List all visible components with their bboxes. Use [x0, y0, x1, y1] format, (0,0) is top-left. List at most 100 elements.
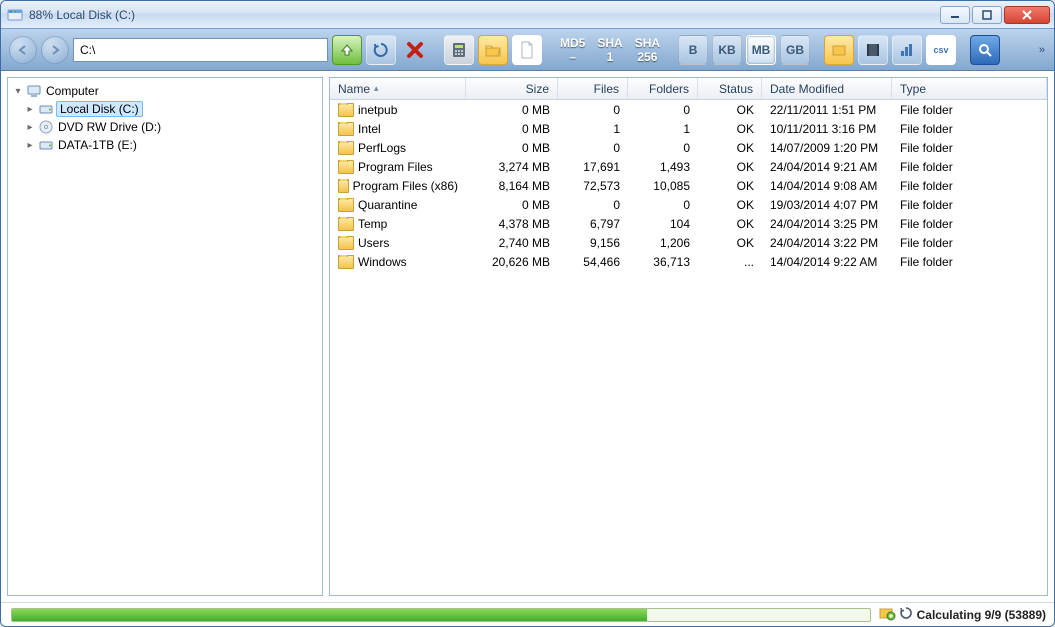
cell-status: OK: [698, 198, 762, 212]
back-button[interactable]: [9, 36, 37, 64]
cell-folders: 1,206: [628, 236, 698, 250]
col-header-status[interactable]: Status: [698, 78, 762, 99]
path-input[interactable]: [80, 43, 321, 57]
cell-size: 20,626 MB: [466, 255, 558, 269]
col-header-files[interactable]: Files: [558, 78, 628, 99]
expand-icon[interactable]: ▸: [24, 122, 36, 133]
csv-export-button[interactable]: csv: [926, 35, 956, 65]
forward-button[interactable]: [41, 36, 69, 64]
tree-item[interactable]: ▸DATA-1TB (E:): [10, 136, 320, 154]
film-view-button[interactable]: [858, 35, 888, 65]
cell-folders: 36,713: [628, 255, 698, 269]
cell-name: Temp: [330, 217, 466, 231]
main-body: ▾ Computer ▸Local Disk (C:)▸DVD RW Drive…: [1, 71, 1054, 602]
unit-b-button[interactable]: B: [678, 35, 708, 65]
cell-date: 19/03/2014 4:07 PM: [762, 198, 892, 212]
cell-files: 0: [558, 103, 628, 117]
table-row[interactable]: Users2,740 MB9,1561,206OK24/04/2014 3:22…: [330, 233, 1047, 252]
cell-size: 3,274 MB: [466, 160, 558, 174]
unit-gb-button[interactable]: GB: [780, 35, 810, 65]
cell-status: OK: [698, 160, 762, 174]
folder-icon: [338, 198, 354, 212]
col-header-date[interactable]: Date Modified: [762, 78, 892, 99]
cell-folders: 104: [628, 217, 698, 231]
drive-icon: [38, 137, 54, 153]
cell-name: PerfLogs: [330, 141, 466, 155]
chart-view-button[interactable]: [892, 35, 922, 65]
expand-icon[interactable]: ▸: [24, 104, 36, 115]
table-row[interactable]: Quarantine0 MB00OK19/03/2014 4:07 PMFile…: [330, 195, 1047, 214]
cell-name: Program Files (x86): [330, 179, 466, 193]
open-folder-button[interactable]: [478, 35, 508, 65]
cell-files: 17,691: [558, 160, 628, 174]
cell-date: 24/04/2014 3:22 PM: [762, 236, 892, 250]
sha1-button[interactable]: SHA1: [593, 35, 626, 65]
status-text-group: Calculating 9/9 (53889): [879, 606, 1046, 623]
go-up-button[interactable]: [332, 35, 362, 65]
maximize-button[interactable]: [972, 6, 1002, 24]
col-header-size[interactable]: Size: [466, 78, 558, 99]
table-row[interactable]: Program Files3,274 MB17,6911,493OK24/04/…: [330, 157, 1047, 176]
tree-panel[interactable]: ▾ Computer ▸Local Disk (C:)▸DVD RW Drive…: [7, 77, 323, 596]
cell-type: File folder: [892, 160, 1047, 174]
tree-item[interactable]: ▸DVD RW Drive (D:): [10, 118, 320, 136]
tree-root-computer[interactable]: ▾ Computer: [10, 82, 320, 100]
cell-size: 0 MB: [466, 103, 558, 117]
table-row[interactable]: Windows20,626 MB54,46636,713...14/04/201…: [330, 252, 1047, 271]
unit-mb-button[interactable]: MB: [746, 35, 776, 65]
collapse-icon[interactable]: ▾: [12, 86, 24, 97]
cell-status: OK: [698, 122, 762, 136]
table-row[interactable]: Program Files (x86)8,164 MB72,57310,085O…: [330, 176, 1047, 195]
refresh-button[interactable]: [366, 35, 396, 65]
minimize-button[interactable]: [940, 6, 970, 24]
cell-size: 2,740 MB: [466, 236, 558, 250]
cell-name: inetpub: [330, 103, 466, 117]
list-panel: Name Size Files Folders Status Date Modi…: [329, 77, 1048, 596]
cell-date: 14/07/2009 1:20 PM: [762, 141, 892, 155]
cell-folders: 0: [628, 103, 698, 117]
calculator-button[interactable]: [444, 35, 474, 65]
list-body[interactable]: inetpub0 MB00OK22/11/2011 1:51 PMFile fo…: [330, 100, 1047, 595]
toolbar-overflow-icon[interactable]: »: [1039, 44, 1046, 56]
app-icon: [7, 7, 23, 23]
md5-button[interactable]: MD5–: [556, 35, 589, 65]
col-header-name[interactable]: Name: [330, 78, 466, 99]
unit-kb-button[interactable]: KB: [712, 35, 742, 65]
table-row[interactable]: PerfLogs0 MB00OK14/07/2009 1:20 PMFile f…: [330, 138, 1047, 157]
cell-date: 22/11/2011 1:51 PM: [762, 103, 892, 117]
table-row[interactable]: Intel0 MB11OK10/11/2011 3:16 PMFile fold…: [330, 119, 1047, 138]
table-row[interactable]: inetpub0 MB00OK22/11/2011 1:51 PMFile fo…: [330, 100, 1047, 119]
tree-item[interactable]: ▸Local Disk (C:): [10, 100, 320, 118]
cell-name: Program Files: [330, 160, 466, 174]
expand-icon[interactable]: ▸: [24, 140, 36, 151]
cell-status: OK: [698, 103, 762, 117]
cell-size: 0 MB: [466, 141, 558, 155]
cell-files: 54,466: [558, 255, 628, 269]
cell-files: 0: [558, 141, 628, 155]
col-header-type[interactable]: Type: [892, 78, 1047, 99]
cell-size: 8,164 MB: [466, 179, 558, 193]
cell-size: 4,378 MB: [466, 217, 558, 231]
cell-files: 1: [558, 122, 628, 136]
titlebar[interactable]: 88% Local Disk (C:): [1, 1, 1054, 29]
sha256-button[interactable]: SHA256: [631, 35, 664, 65]
statusbar: Calculating 9/9 (53889): [1, 602, 1054, 626]
cell-status: OK: [698, 141, 762, 155]
cell-date: 14/04/2014 9:08 AM: [762, 179, 892, 193]
drive-icon: [38, 119, 54, 135]
cell-name: Intel: [330, 122, 466, 136]
tree-label: Computer: [44, 84, 101, 98]
table-row[interactable]: Temp4,378 MB6,797104OK24/04/2014 3:25 PM…: [330, 214, 1047, 233]
cell-type: File folder: [892, 217, 1047, 231]
new-file-button[interactable]: [512, 35, 542, 65]
delete-button[interactable]: [400, 35, 430, 65]
col-header-folders[interactable]: Folders: [628, 78, 698, 99]
cell-type: File folder: [892, 141, 1047, 155]
list-header: Name Size Files Folders Status Date Modi…: [330, 78, 1047, 100]
search-button[interactable]: [970, 35, 1000, 65]
cell-files: 9,156: [558, 236, 628, 250]
path-input-container[interactable]: [73, 38, 328, 62]
explorer-view-button[interactable]: [824, 35, 854, 65]
close-button[interactable]: [1004, 6, 1050, 24]
drive-icon: [38, 101, 54, 117]
